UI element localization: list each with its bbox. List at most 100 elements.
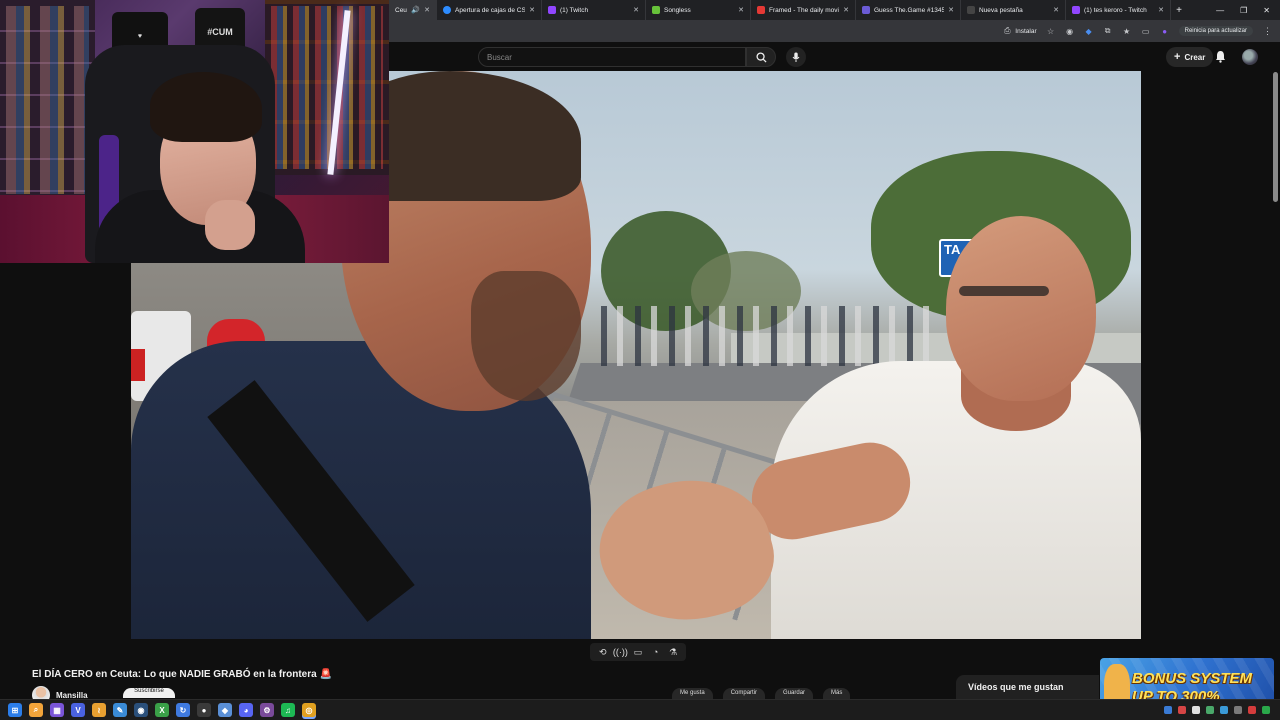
maximize-icon[interactable]: ❐	[1240, 6, 1247, 15]
tray-app-icon[interactable]	[1234, 706, 1242, 714]
new-tab-icon[interactable]: +	[1171, 5, 1187, 16]
search-icon[interactable]: ⌕	[29, 703, 43, 717]
newtab-icon	[967, 6, 975, 14]
liked-videos-heading: Vídeos que me gustan	[968, 682, 1064, 692]
search-icon	[755, 51, 767, 63]
youtube-header: Buscar + Crear	[389, 42, 1280, 71]
tab-close-icon[interactable]: ✕	[424, 6, 430, 14]
microphone-icon	[792, 52, 800, 62]
tray-app-icon[interactable]	[1178, 706, 1186, 714]
feather-icon[interactable]: ≀	[92, 703, 106, 717]
tab-2[interactable]: (1) Twitch ✕	[542, 0, 646, 20]
edit-icon[interactable]: ✎	[113, 703, 127, 717]
gear-icon[interactable]: ⚙	[260, 703, 274, 717]
vivaldi-icon[interactable]: V	[71, 703, 85, 717]
extension-icon[interactable]: ◉	[1065, 26, 1075, 36]
minimize-icon[interactable]: —	[1216, 6, 1224, 15]
bookmark-icon[interactable]: ★	[1122, 26, 1132, 36]
create-button[interactable]: + Crear	[1166, 47, 1214, 67]
tray-app-icon[interactable]	[1192, 706, 1200, 714]
app-icon[interactable]: ◆	[218, 703, 232, 717]
favicon-icon	[443, 6, 451, 14]
twitch-icon	[548, 6, 556, 14]
webcam-overlay: ♥ #CUM	[0, 0, 389, 263]
sync-icon[interactable]: ↻	[176, 703, 190, 717]
sign-text: TA	[944, 242, 961, 257]
tab-7[interactable]: (1) tes keroro - Twitch ✕	[1066, 0, 1171, 20]
windows-taskbar: ⊞ ⌕ ▦ V ≀ ✎ ◉ X ↻ ● ◆ ◕ ⚙ ♫ ◎	[0, 699, 1280, 720]
search-input[interactable]: Buscar	[478, 47, 746, 67]
tab-4[interactable]: Framed - The daily movie ✕	[751, 0, 856, 20]
plus-icon: +	[1174, 51, 1181, 63]
search-placeholder: Buscar	[487, 52, 512, 62]
video-title-text: El DÍA CERO en Ceuta: Lo que NADIE GRABÓ…	[32, 669, 317, 680]
spotify-icon[interactable]: ♫	[281, 703, 295, 717]
tab-close-icon[interactable]: ✕	[1158, 6, 1164, 14]
steam-icon[interactable]: ◉	[134, 703, 148, 717]
subscribe-button[interactable]: Suscribirse	[123, 688, 175, 698]
extension-blue-icon[interactable]: ◆	[1084, 26, 1094, 36]
video-scene-crowd	[601, 306, 941, 366]
tab-title: (1) Twitch	[560, 6, 589, 14]
video-scene-beard	[471, 271, 581, 401]
tab-title: Guess The.Game #1345	[874, 6, 945, 14]
tray-app-icon[interactable]	[1262, 706, 1270, 714]
loop-icon[interactable]: ⟲	[597, 647, 608, 658]
install-icon: ⎙	[1004, 26, 1011, 35]
obs-icon[interactable]: ●	[197, 703, 211, 717]
player-extra-controls: ⟲ ((·)) ▭ ◔ ⚗	[590, 643, 686, 661]
page-scrollbar[interactable]	[1273, 72, 1278, 202]
tab-close-icon[interactable]: ✕	[633, 6, 639, 14]
liked-videos-panel[interactable]: Vídeos que me gustan	[956, 675, 1099, 699]
discord-icon[interactable]: ◕	[239, 703, 253, 717]
star-icon[interactable]: ☆	[1046, 26, 1056, 36]
tab-0[interactable]: Ceuta 🔊 ✕	[389, 0, 437, 20]
tray-app-icon[interactable]	[1206, 706, 1214, 714]
speed-gauge-icon[interactable]: ◔	[650, 647, 661, 658]
cam-streamer-hair	[150, 72, 262, 142]
apps-grid-icon[interactable]: ▦	[50, 703, 64, 717]
create-label: Crear	[1184, 52, 1206, 62]
tab-close-icon[interactable]: ✕	[738, 6, 744, 14]
game-icon	[862, 6, 870, 14]
tray-app-icon[interactable]	[1248, 706, 1256, 714]
notifications-bell-icon[interactable]	[1215, 50, 1226, 63]
speaker-icon[interactable]: 🔊	[411, 6, 420, 14]
update-button[interactable]: Reinicia para actualizar	[1178, 26, 1253, 36]
tab-title: Framed - The daily movie	[769, 6, 840, 14]
account-avatar[interactable]	[1242, 49, 1258, 65]
search-button[interactable]	[746, 47, 776, 67]
cast-icon[interactable]: ▭	[1141, 26, 1151, 36]
tab-close-icon[interactable]: ✕	[948, 6, 954, 14]
menu-icon[interactable]: ⋮	[1262, 26, 1272, 36]
flask-icon[interactable]: ⚗	[668, 647, 679, 658]
puzzle-icon[interactable]: ⧉	[1103, 26, 1113, 36]
browser-tab-strip: Ceuta 🔊 ✕ Apertura de cajas de CS2 ✕ (1)…	[389, 0, 1280, 20]
tab-1[interactable]: Apertura de cajas de CS2 ✕	[437, 0, 542, 20]
system-tray	[1164, 706, 1280, 714]
install-label: Instalar	[1015, 27, 1037, 35]
cam-shirt-text: #CUM	[207, 27, 233, 37]
tab-title: Nueva pestaña	[979, 6, 1023, 14]
video-title: El DÍA CERO en Ceuta: Lo que NADIE GRABÓ…	[32, 669, 332, 680]
broadcast-icon[interactable]: ((·))	[613, 647, 628, 658]
window-icon[interactable]: ▭	[632, 647, 643, 658]
tab-6[interactable]: Nueva pestaña ✕	[961, 0, 1066, 20]
tray-app-icon[interactable]	[1164, 706, 1172, 714]
install-button[interactable]: ⎙ Instalar	[1002, 26, 1037, 36]
voice-search-button[interactable]	[786, 47, 806, 67]
windows-start-icon[interactable]: ⊞	[8, 703, 22, 717]
xbox-icon[interactable]: X	[155, 703, 169, 717]
chrome-icon[interactable]: ◎	[302, 703, 316, 717]
tab-3[interactable]: Songless ✕	[646, 0, 751, 20]
tray-app-icon[interactable]	[1220, 706, 1228, 714]
profile-icon[interactable]: ●	[1160, 26, 1170, 36]
tab-close-icon[interactable]: ✕	[529, 6, 535, 14]
tab-close-icon[interactable]: ✕	[843, 6, 849, 14]
songless-icon	[652, 6, 660, 14]
twitch-icon	[1072, 6, 1080, 14]
tab-5[interactable]: Guess The.Game #1345 ✕	[856, 0, 961, 20]
tab-close-icon[interactable]: ✕	[1053, 6, 1059, 14]
close-window-icon[interactable]: ✕	[1263, 6, 1270, 15]
browser-toolbar: ⎙ Instalar ☆ ◉ ◆ ⧉ ★ ▭ ● Reinicia para a…	[389, 20, 1280, 42]
